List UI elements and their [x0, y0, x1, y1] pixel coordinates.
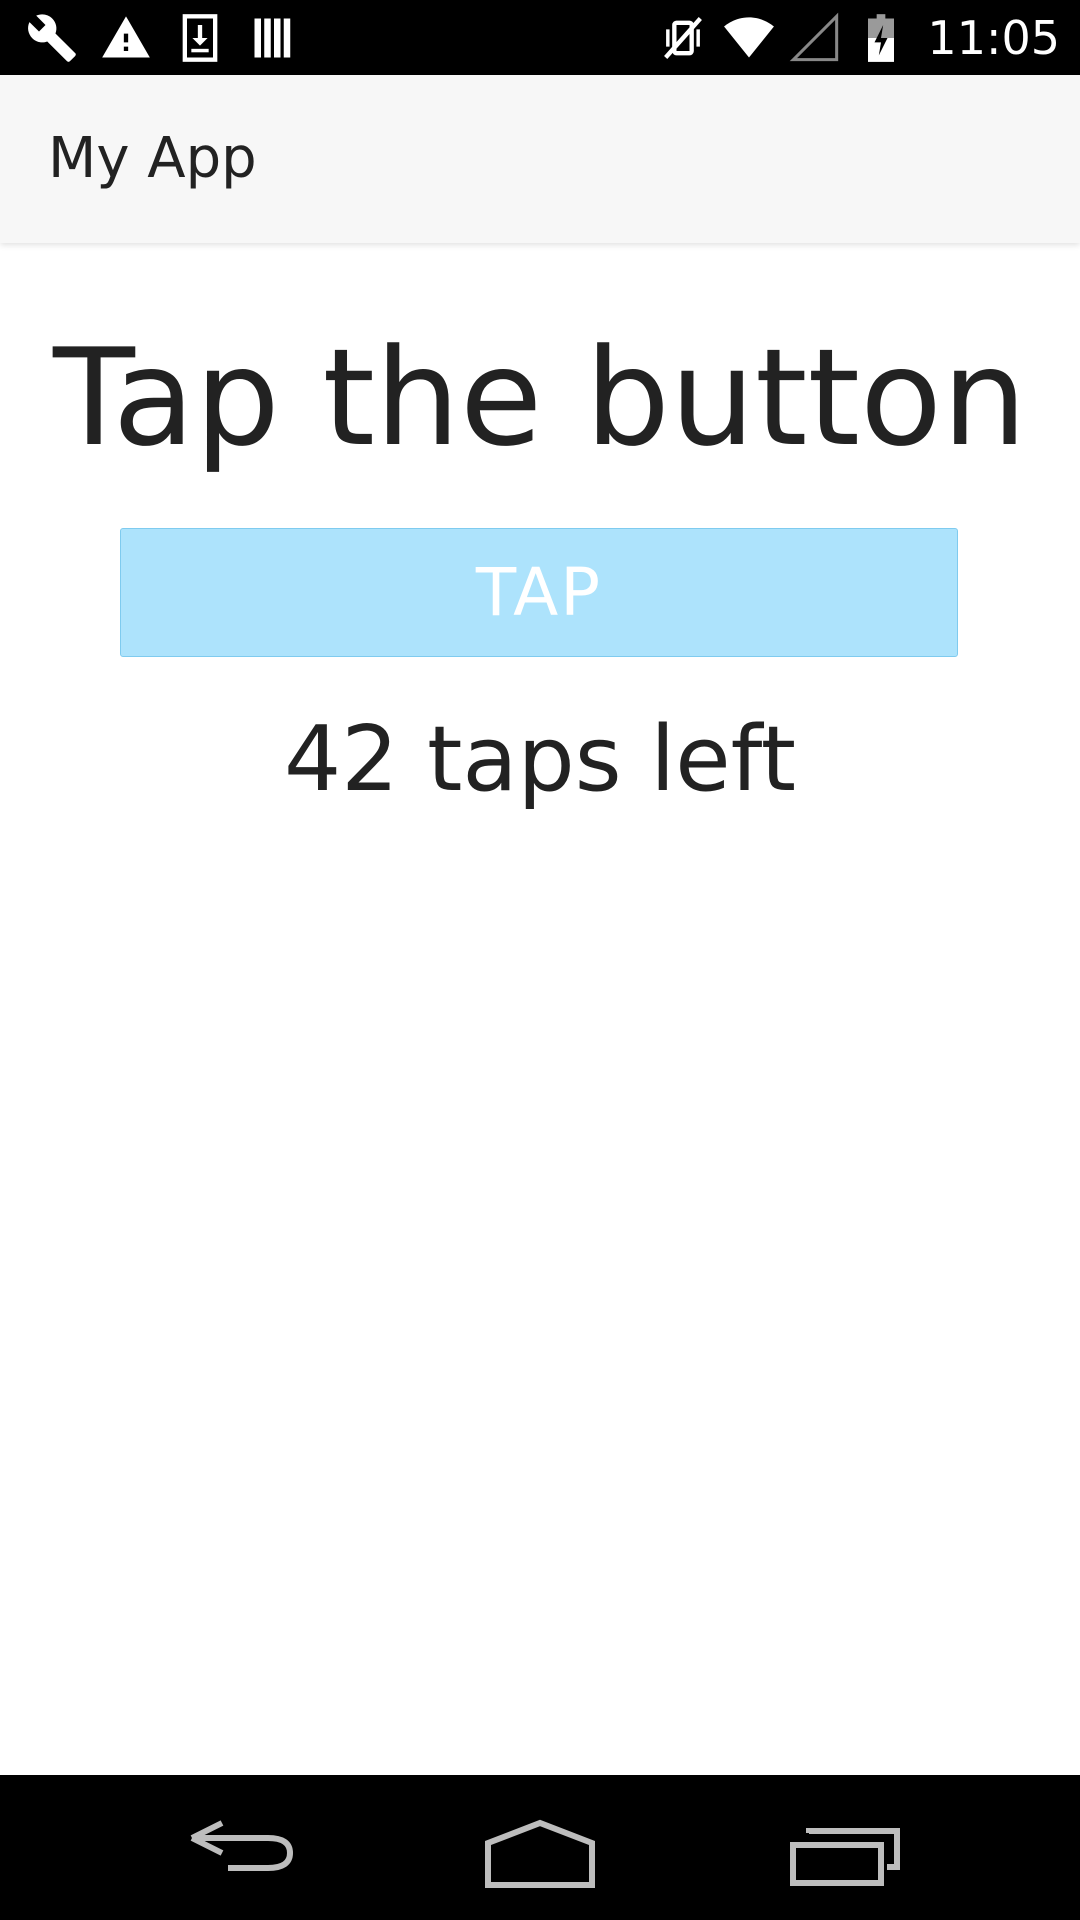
screen: 11:05 My App Tap the button TAP 42 taps …	[0, 0, 1080, 1920]
home-icon	[485, 1819, 595, 1888]
vibrate-off-icon	[657, 12, 709, 64]
tap-button[interactable]: TAP	[120, 528, 958, 657]
download-icon	[174, 12, 226, 64]
back-icon	[190, 1820, 294, 1871]
back-button[interactable]	[170, 1803, 310, 1893]
wifi-icon	[723, 12, 775, 64]
status-bar: 11:05	[0, 0, 1080, 75]
status-right-icons: 11:05	[657, 6, 1060, 70]
status-clock: 11:05	[927, 11, 1060, 65]
app-title: My App	[48, 126, 257, 191]
wrench-icon	[26, 12, 78, 64]
recents-button[interactable]	[773, 1803, 913, 1893]
cell-signal-icon	[789, 12, 841, 64]
warning-icon	[100, 12, 152, 64]
nav-bar	[0, 1775, 1080, 1920]
app-bar: My App	[0, 75, 1080, 243]
tap-button-label: TAP	[475, 554, 603, 631]
battery-charging-icon	[855, 12, 907, 64]
home-button[interactable]	[470, 1803, 610, 1893]
status-left-icons	[26, 10, 300, 66]
recents-icon	[790, 1828, 900, 1886]
headline: Tap the button	[53, 320, 1027, 476]
storage-icon	[248, 12, 300, 64]
taps-left-counter: 42 taps left	[284, 707, 796, 812]
